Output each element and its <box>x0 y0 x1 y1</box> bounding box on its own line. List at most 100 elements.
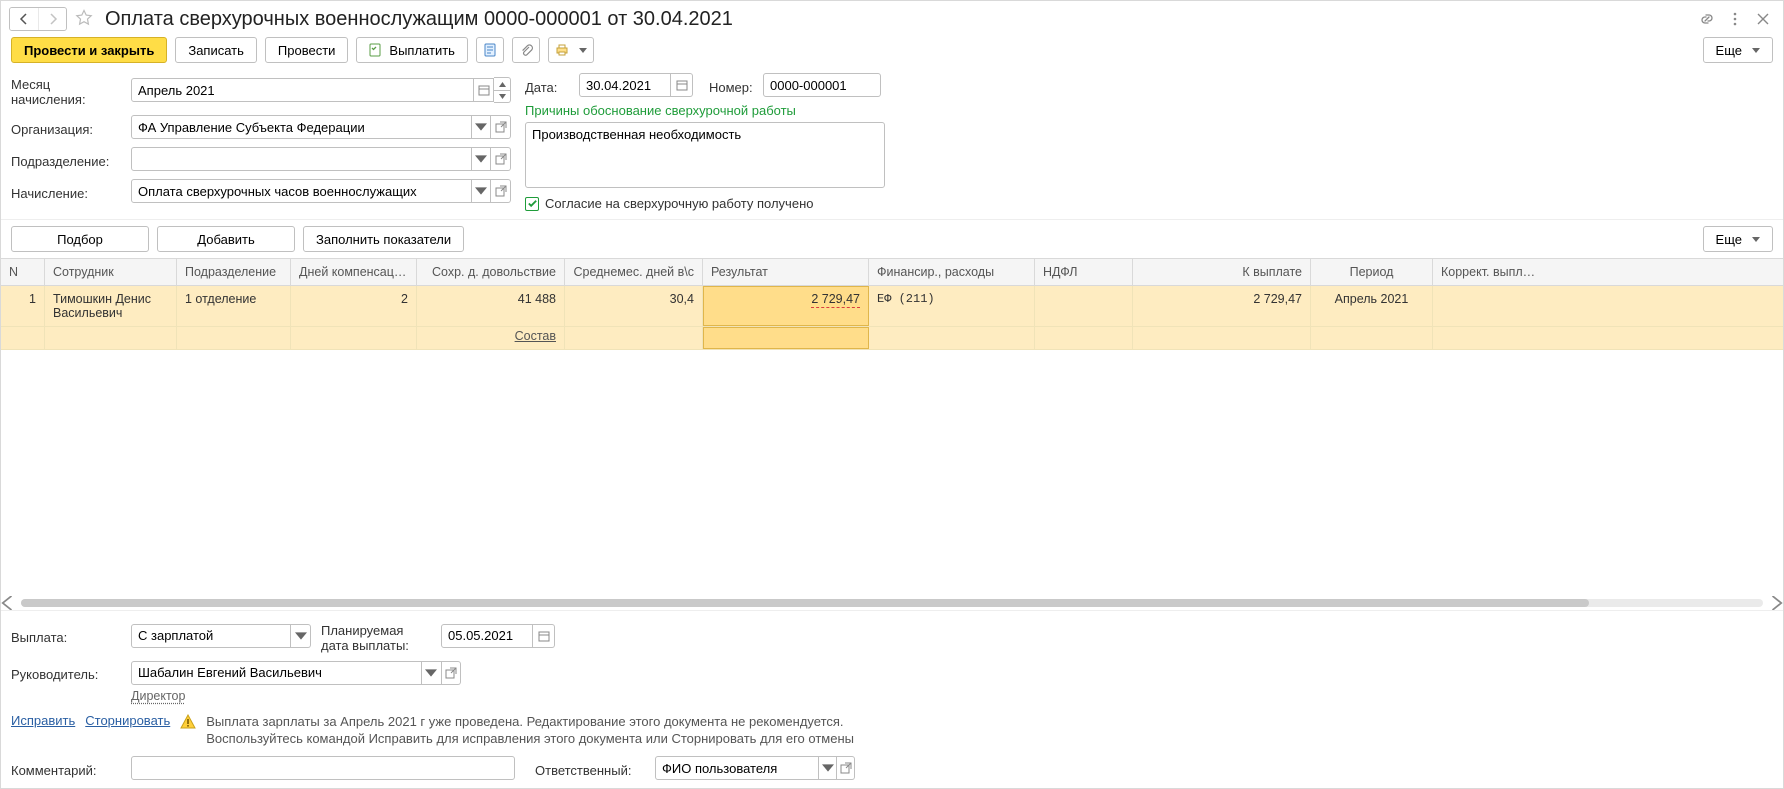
sostav-link[interactable]: Состав <box>417 327 565 349</box>
manager-dropdown-button[interactable] <box>422 661 441 685</box>
post-and-close-button[interactable]: Провести и закрыть <box>11 37 167 63</box>
org-open-button[interactable] <box>491 115 511 139</box>
th-ndfl[interactable]: НДФЛ <box>1035 259 1133 285</box>
cell-avg-days[interactable]: 30,4 <box>565 286 703 326</box>
month-label: Месяц начисления: <box>11 73 121 107</box>
calendar-icon <box>538 630 550 642</box>
th-sokhr[interactable]: Сохр. д. довольствие <box>417 259 565 285</box>
favorite-star-icon[interactable] <box>75 9 93 30</box>
chevron-down-icon <box>475 185 487 197</box>
storno-link[interactable]: Сторнировать <box>85 713 170 728</box>
chevron-down-icon <box>425 667 437 679</box>
responsible-input[interactable] <box>655 756 819 780</box>
page-title: Оплата сверхурочных военнослужащим 0000-… <box>105 8 733 31</box>
cell-dept[interactable]: 1 отделение <box>177 286 291 326</box>
chevron-down-icon <box>822 762 834 774</box>
print-icon <box>555 43 569 57</box>
cell-corr[interactable] <box>1433 286 1549 326</box>
attach-icon-button[interactable] <box>512 37 540 63</box>
number-input[interactable] <box>763 73 881 97</box>
th-fin[interactable]: Финансир., расходы <box>869 259 1035 285</box>
warning-icon <box>180 714 196 730</box>
fix-link[interactable]: Исправить <box>11 713 75 728</box>
pick-button[interactable]: Подбор <box>11 226 149 252</box>
calc-dropdown-button[interactable] <box>472 179 492 203</box>
pay-button[interactable]: Выплатить <box>356 37 468 63</box>
month-calendar-button[interactable] <box>474 78 494 102</box>
th-corr[interactable]: Коррект. выплаты <box>1433 259 1549 285</box>
open-icon <box>445 667 457 679</box>
cell-ndfl[interactable] <box>1035 286 1133 326</box>
cell-topay[interactable]: 2 729,47 <box>1133 286 1311 326</box>
responsible-dropdown-button[interactable] <box>819 756 837 780</box>
dept-input[interactable] <box>131 147 472 171</box>
cell-n[interactable]: 1 <box>1 286 45 326</box>
manager-position: Директор <box>131 689 1773 703</box>
payout-label: Выплата: <box>11 626 121 645</box>
th-period[interactable]: Период <box>1311 259 1433 285</box>
payout-dropdown-button[interactable] <box>291 624 311 648</box>
date-calendar-button[interactable] <box>671 73 693 97</box>
month-spin-up[interactable] <box>494 78 510 90</box>
calc-label: Начисление: <box>11 182 121 201</box>
th-emp[interactable]: Сотрудник <box>45 259 177 285</box>
warning-text: Выплата зарплаты за Апрель 2021 г уже пр… <box>206 713 854 748</box>
dept-dropdown-button[interactable] <box>472 147 492 171</box>
cell-result[interactable]: 2 729,47 <box>703 286 869 326</box>
open-icon <box>495 121 507 133</box>
consent-checkbox[interactable] <box>525 197 539 211</box>
th-dept[interactable]: Подразделение <box>177 259 291 285</box>
cell-fin[interactable]: ЕФ (211) <box>869 286 1035 326</box>
dept-open-button[interactable] <box>491 147 511 171</box>
cell-comp-days[interactable]: 2 <box>291 286 417 326</box>
manager-open-button[interactable] <box>442 661 461 685</box>
org-dropdown-button[interactable] <box>472 115 492 139</box>
print-dropdown-button[interactable] <box>548 37 594 63</box>
check-icon <box>527 198 538 209</box>
month-input[interactable] <box>131 78 474 102</box>
th-result[interactable]: Результат <box>703 259 869 285</box>
more-button[interactable]: Еще <box>1703 37 1773 63</box>
close-icon[interactable] <box>1753 9 1773 29</box>
pay-button-label: Выплатить <box>389 43 455 58</box>
cell-emp[interactable]: Тимошкин Денис Васильевич <box>45 286 177 326</box>
calendar-icon <box>676 79 688 91</box>
reason-textarea[interactable] <box>525 122 885 188</box>
table-row[interactable]: 1 Тимошкин Денис Васильевич 1 отделение … <box>1 286 1783 327</box>
calc-open-button[interactable] <box>491 179 511 203</box>
kebab-menu-icon[interactable] <box>1725 9 1745 29</box>
report-icon-button[interactable] <box>476 37 504 63</box>
th-n[interactable]: N <box>1 259 45 285</box>
nav-back-button[interactable] <box>10 8 38 30</box>
comment-input[interactable] <box>131 756 515 780</box>
table-row-sub: Состав <box>1 327 1783 350</box>
cell-sokhr[interactable]: 41 488 <box>417 286 565 326</box>
planned-date-calendar-button[interactable] <box>533 624 555 648</box>
calc-input[interactable] <box>131 179 472 203</box>
post-button[interactable]: Провести <box>265 37 349 63</box>
nav-forward-button[interactable] <box>38 8 66 30</box>
chevron-down-icon <box>475 121 487 133</box>
responsible-open-button[interactable] <box>837 756 855 780</box>
fill-indicators-button[interactable]: Заполнить показатели <box>303 226 464 252</box>
add-button[interactable]: Добавить <box>157 226 295 252</box>
cell-period[interactable]: Апрель 2021 <box>1311 286 1433 326</box>
consent-label: Согласие на сверхурочную работу получено <box>545 196 813 211</box>
date-input[interactable] <box>579 73 671 97</box>
payout-input[interactable] <box>131 624 291 648</box>
org-label: Организация: <box>11 118 121 137</box>
th-avg-days[interactable]: Среднемес. дней в\с <box>565 259 703 285</box>
table-more-button[interactable]: Еще <box>1703 226 1773 252</box>
org-input[interactable] <box>131 115 472 139</box>
horizontal-scrollbar[interactable] <box>1 596 1783 610</box>
manager-input[interactable] <box>131 661 422 685</box>
link-icon[interactable] <box>1697 9 1717 29</box>
reason-label: Причины обоснование сверхурочной работы <box>525 103 885 118</box>
save-button[interactable]: Записать <box>175 37 257 63</box>
open-icon <box>495 153 507 165</box>
month-spin-down[interactable] <box>494 90 510 102</box>
th-topay[interactable]: К выплате <box>1133 259 1311 285</box>
planned-date-input[interactable] <box>441 624 533 648</box>
paperclip-icon <box>519 43 533 57</box>
th-comp-days[interactable]: Дней компенсации в\с <box>291 259 417 285</box>
